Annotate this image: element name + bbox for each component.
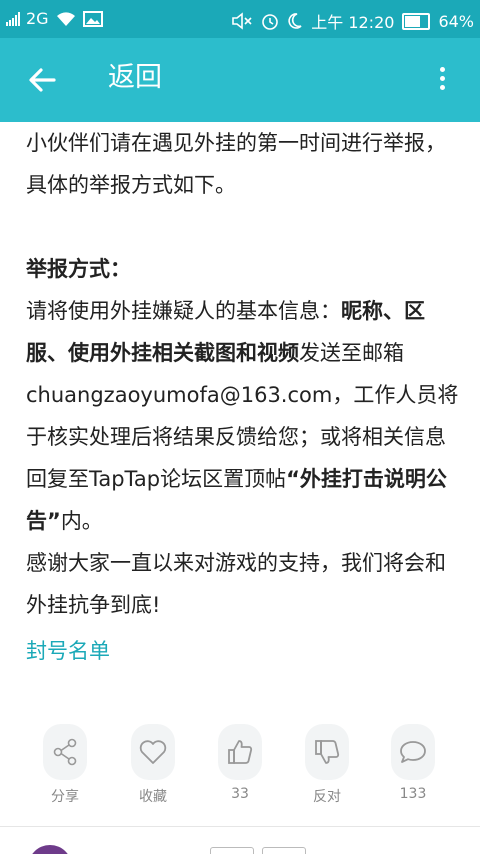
wifi-icon [56,11,75,26]
thumbs-up-icon [228,740,253,764]
oppose-button[interactable]: 反对 [292,724,362,806]
ban-list-link[interactable]: 封号名单 [26,630,466,672]
more-vertical-icon [430,67,454,90]
like-count: 33 [231,786,249,802]
favorite-label: 收藏 [139,789,167,805]
report-text-e: 内。 [60,509,103,533]
share-button[interactable]: 分享 [30,724,100,806]
arrow-left-icon [29,68,56,92]
paragraph-report-method: 请将使用外挂嫌疑人的基本信息：昵称、区服、使用外挂相关截图和视频发送至邮箱chu… [26,290,466,542]
back-button[interactable] [22,62,62,98]
app-bar-title[interactable]: 返回 [108,58,162,98]
moon-icon [288,13,302,29]
status-bar: 2G 上午 12:20 64% [0,0,480,38]
alarm-icon [262,14,279,30]
report-heading: 举报方式： [26,257,131,281]
image-icon [82,10,103,27]
tag-badge [210,847,254,854]
battery-percent: 64% [438,11,474,31]
mute-icon [232,12,252,30]
battery-icon [402,12,431,30]
network-type: 2G [26,9,49,28]
comment-button[interactable]: 133 [378,724,448,802]
oppose-label: 反对 [313,789,341,805]
comment-icon [400,741,426,763]
app-bar: 返回 [0,38,480,122]
comment-count: 133 [399,786,427,802]
favorite-button[interactable]: 收藏 [118,724,188,806]
like-button[interactable]: 33 [205,724,275,802]
tag-badge [262,847,306,854]
paragraph-thanks: 感谢大家一直以来对游戏的支持，我们将会和外挂抗争到底! [26,551,446,617]
share-icon [53,738,77,766]
more-options-button[interactable] [430,64,454,96]
status-time: 上午 12:20 [311,13,395,32]
post-content: 小伙伴们请在遇见外挂的第一时间进行举报，具体的举报方式如下。 举报方式： 请将使… [26,122,466,682]
thumbs-down-icon [315,740,340,764]
share-label: 分享 [51,789,79,805]
avatar[interactable] [28,845,72,854]
next-section-peek [0,827,480,854]
report-text-a: 请将使用外挂嫌疑人的基本信息： [26,299,341,323]
heart-icon [139,740,167,764]
paragraph-intro: 小伙伴们请在遇见外挂的第一时间进行举报，具体的举报方式如下。 [26,131,446,197]
signal-icon [6,11,20,26]
post-actions: 分享 收藏 33 反对 133 [0,724,480,810]
